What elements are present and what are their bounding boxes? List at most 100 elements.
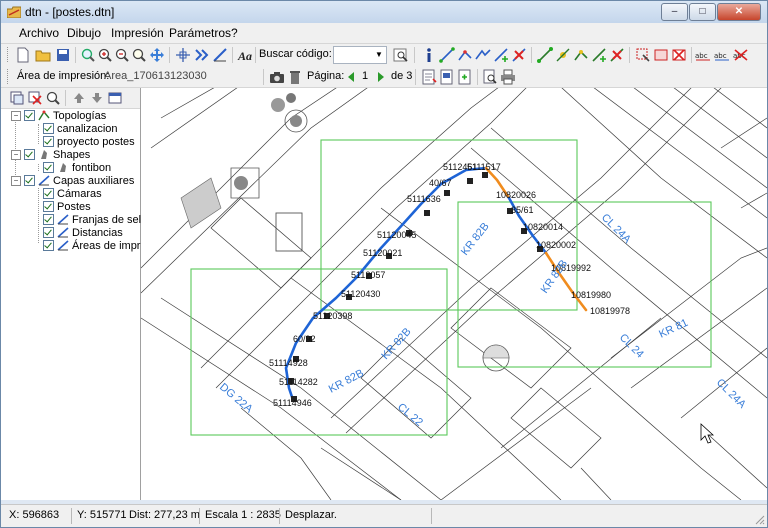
map-drawing[interactable]: 5112461 5111517 40/67 5111636 51120045 5… xyxy=(141,88,767,500)
toolbar-separator xyxy=(415,69,416,85)
toolbar-grip[interactable] xyxy=(7,47,11,62)
title-bar: dtn - [postes.dtn] ‒ □ ✕ xyxy=(1,1,767,23)
layer-checkbox[interactable] xyxy=(43,123,54,134)
clear-selection-icon[interactable] xyxy=(671,47,687,63)
print-preview-icon[interactable] xyxy=(482,69,498,85)
tree-node-canalizacion[interactable]: canalizacion xyxy=(43,122,118,135)
open-folder-icon[interactable] xyxy=(35,47,51,63)
shape-icon xyxy=(41,150,47,159)
print-area-page-2[interactable] xyxy=(457,201,712,368)
chevron-down-icon[interactable]: ▼ xyxy=(372,47,386,63)
layer-checkbox[interactable] xyxy=(43,240,54,251)
status-separator xyxy=(431,508,432,524)
label-delete-icon[interactable]: abc xyxy=(733,47,749,63)
tree-node-fontibon[interactable]: fontibon xyxy=(43,161,111,174)
font-icon[interactable]: Aa xyxy=(237,47,253,63)
page-layout-icon[interactable] xyxy=(439,69,455,85)
tree-node-postes[interactable]: Postes xyxy=(43,200,91,213)
route-blue[interactable] xyxy=(284,166,488,402)
layer-checkbox[interactable] xyxy=(43,136,54,147)
printer-icon[interactable] xyxy=(500,69,516,85)
zoom-in-icon[interactable] xyxy=(97,47,113,63)
layer-checkbox[interactable] xyxy=(43,214,54,225)
street-label: CL 24A xyxy=(714,377,749,412)
map-canvas[interactable]: 5112461 5111517 40/67 5111636 51120045 5… xyxy=(141,88,767,500)
search-code-input[interactable]: ▼ xyxy=(333,46,387,64)
pole-label: 10820014 xyxy=(523,222,563,232)
measure-icon[interactable] xyxy=(212,47,228,63)
collapse-toggle[interactable]: − xyxy=(11,149,21,160)
select-area-icon[interactable] xyxy=(635,47,651,63)
tree-node-capas-auxiliares[interactable]: − Capas auxiliares xyxy=(11,174,134,187)
label-move-icon[interactable]: abc xyxy=(714,47,730,63)
status-bar: X: 596863 Y: 515771 Dist: 277,23 m Escal… xyxy=(1,504,767,527)
pole-label: 51120430 xyxy=(341,289,380,299)
add-point-icon[interactable] xyxy=(591,47,607,63)
layer-checkbox[interactable] xyxy=(43,201,54,212)
page-add-icon[interactable] xyxy=(457,69,473,85)
remove-layer-icon[interactable] xyxy=(27,90,43,106)
select-rect-icon[interactable] xyxy=(653,47,669,63)
menu-impresion[interactable]: Impresión xyxy=(111,26,164,40)
tree-node-label: Distancias xyxy=(72,226,123,239)
delete-line-icon[interactable] xyxy=(511,47,527,63)
close-button[interactable]: ✕ xyxy=(717,3,761,21)
zoom-layer-icon[interactable] xyxy=(45,90,61,106)
menu-help[interactable]: ? xyxy=(231,26,238,40)
tree-node-shapes[interactable]: − Shapes xyxy=(11,148,90,161)
add-node-icon[interactable] xyxy=(493,47,509,63)
move-down-icon[interactable] xyxy=(89,90,105,106)
info-icon[interactable] xyxy=(421,47,437,63)
zoom-extents-icon[interactable] xyxy=(80,47,96,63)
tree-node-label: Capas auxiliares xyxy=(53,174,135,187)
tree-node-topologias[interactable]: − Topologías xyxy=(11,109,106,122)
label-text-icon[interactable]: abc xyxy=(695,47,711,63)
pan-icon[interactable] xyxy=(149,47,165,63)
menu-parametros[interactable]: Parámetros xyxy=(169,26,231,40)
tree-node-distancias[interactable]: Distancias xyxy=(43,226,123,239)
tree-node-label: Postes xyxy=(57,200,91,213)
layers-icon[interactable] xyxy=(9,90,25,106)
forward-arrows-icon[interactable] xyxy=(194,47,210,63)
zoom-out-icon[interactable] xyxy=(114,47,130,63)
menu-dibujo[interactable]: Dibujo xyxy=(67,26,101,40)
new-file-icon[interactable] xyxy=(15,47,31,63)
save-icon[interactable] xyxy=(55,47,71,63)
crosshair-icon[interactable] xyxy=(175,47,191,63)
draw-line-icon[interactable] xyxy=(439,47,455,63)
tree-node-label: Cámaras xyxy=(57,187,102,200)
collapse-toggle[interactable]: − xyxy=(11,110,21,121)
tree-connector xyxy=(38,124,39,144)
zoom-window-icon[interactable] xyxy=(131,47,147,63)
connect-nodes-icon[interactable] xyxy=(537,47,553,63)
delete-point-icon[interactable] xyxy=(609,47,625,63)
layer-checkbox[interactable] xyxy=(24,149,35,160)
collapse-toggle[interactable]: − xyxy=(11,175,21,186)
layer-checkbox[interactable] xyxy=(24,110,35,121)
tree-node-proyecto-postes[interactable]: proyecto postes xyxy=(43,135,135,148)
aux-layers-icon xyxy=(38,175,50,186)
resize-grip-icon[interactable] xyxy=(753,513,765,525)
edit-line-icon[interactable] xyxy=(457,47,473,63)
page-label: Página: xyxy=(307,70,345,82)
camera-icon[interactable] xyxy=(269,69,285,85)
minimize-button[interactable]: ‒ xyxy=(661,3,688,21)
pole-node-icon[interactable] xyxy=(555,47,571,63)
maximize-button[interactable]: □ xyxy=(689,3,716,21)
layer-checkbox[interactable] xyxy=(43,227,54,238)
page-setup-icon[interactable] xyxy=(421,69,437,85)
tree-node-camaras[interactable]: Cámaras xyxy=(43,187,102,200)
previous-page-icon[interactable] xyxy=(343,69,359,85)
trash-icon[interactable] xyxy=(287,69,303,85)
route-node-icon[interactable] xyxy=(573,47,589,63)
find-icon[interactable] xyxy=(393,47,409,63)
toolbar-grip[interactable] xyxy=(7,69,11,84)
menu-archivo[interactable]: Archivo xyxy=(19,26,59,40)
split-line-icon[interactable] xyxy=(475,47,491,63)
layer-checkbox[interactable] xyxy=(43,162,54,173)
move-up-icon[interactable] xyxy=(71,90,87,106)
next-page-icon[interactable] xyxy=(373,69,389,85)
layer-properties-icon[interactable] xyxy=(107,90,123,106)
layer-checkbox[interactable] xyxy=(24,175,35,186)
layer-checkbox[interactable] xyxy=(43,188,54,199)
